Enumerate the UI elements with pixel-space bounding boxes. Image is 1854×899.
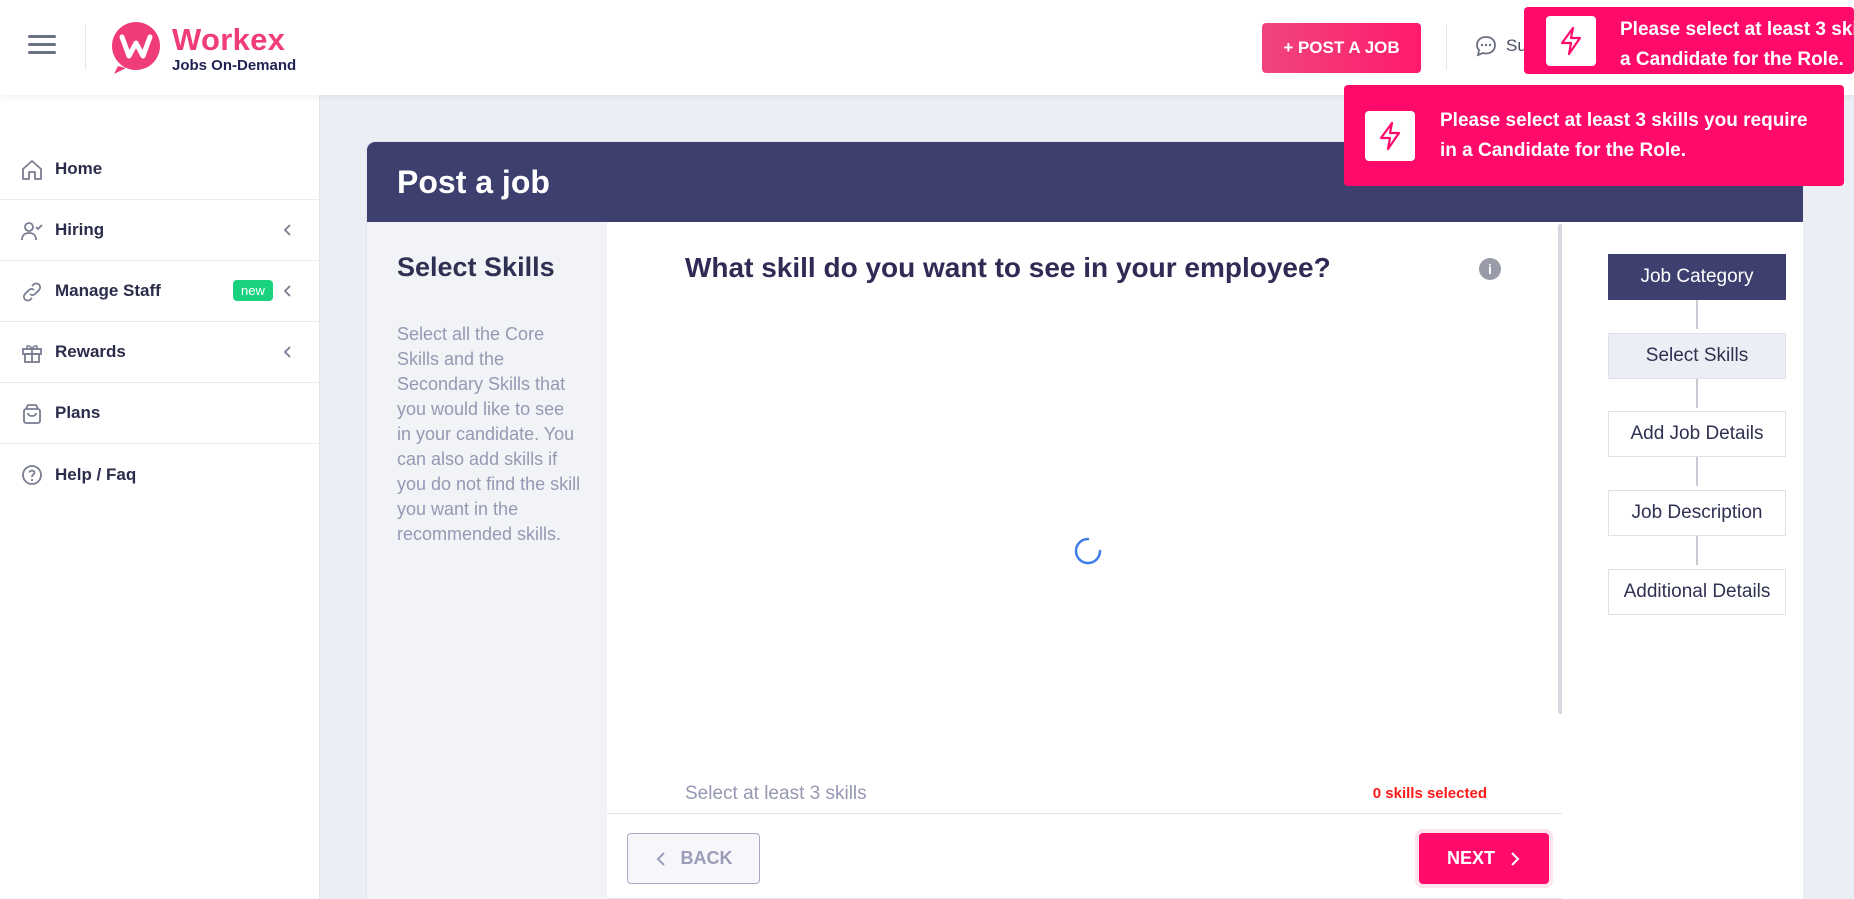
step-additional-details[interactable]: Additional Details bbox=[1608, 569, 1786, 615]
step-job-category[interactable]: Job Category bbox=[1608, 254, 1786, 300]
next-label: NEXT bbox=[1446, 848, 1495, 868]
step-connector bbox=[1696, 536, 1698, 565]
loading-spinner-icon bbox=[1074, 537, 1102, 565]
sidebar-item-label: Home bbox=[55, 159, 103, 178]
info-icon[interactable]: i bbox=[1479, 258, 1501, 280]
new-badge: new bbox=[233, 280, 273, 301]
help-icon bbox=[22, 465, 42, 485]
logo-wordmark: Workex bbox=[172, 22, 286, 57]
step-tracker: Job Category Select Skills Add Job Detai… bbox=[1562, 222, 1803, 899]
lightning-icon bbox=[1365, 111, 1415, 161]
sidebar-item-help[interactable]: Help / Faq bbox=[0, 444, 320, 505]
chevron-left-icon bbox=[283, 224, 291, 236]
sidebar-item-rewards[interactable]: Rewards bbox=[0, 322, 320, 383]
toast-message: Please select at least 3 skills you requ… bbox=[1620, 19, 1854, 70]
sidebar-item-plans[interactable]: Plans bbox=[0, 383, 320, 444]
sidebar-item-label: Rewards bbox=[55, 342, 126, 361]
link-icon bbox=[22, 282, 42, 302]
next-button[interactable]: NEXT bbox=[1419, 833, 1549, 884]
step-title: Select Skills bbox=[397, 252, 555, 282]
step-description: Select all the Core Skills and the Secon… bbox=[397, 324, 581, 544]
step-connector bbox=[1696, 300, 1698, 329]
step-add-job-details[interactable]: Add Job Details bbox=[1608, 411, 1786, 457]
skills-question: What skill do you want to see in your em… bbox=[685, 252, 1331, 283]
logo-tagline: Jobs On-Demand bbox=[172, 57, 297, 74]
sidebar-item-label: Help / Faq bbox=[55, 464, 137, 484]
header-divider bbox=[1446, 24, 1447, 70]
sidebar-item-manage-staff[interactable]: Manage Staff new bbox=[0, 261, 320, 322]
home-icon bbox=[22, 160, 42, 180]
step-select-skills[interactable]: Select Skills bbox=[1608, 333, 1786, 379]
step-info-pane: Select Skills Select all the Core Skills… bbox=[367, 222, 607, 899]
sidebar-item-home[interactable]: Home bbox=[0, 139, 320, 200]
bag-icon bbox=[23, 404, 41, 424]
chevron-left-icon bbox=[656, 851, 665, 866]
logo-mark-icon bbox=[112, 22, 160, 74]
step-connector bbox=[1696, 379, 1698, 408]
sidebar: Home Hiring Manage Staff new Rewards Pla… bbox=[0, 95, 320, 899]
menu-icon[interactable] bbox=[28, 35, 56, 57]
sidebar-item-hiring[interactable]: Hiring bbox=[0, 200, 320, 261]
lightning-icon bbox=[1546, 16, 1596, 66]
workex-logo[interactable]: Workex Jobs On-Demand bbox=[110, 22, 310, 74]
chevron-right-icon bbox=[1511, 851, 1520, 866]
step-connector bbox=[1696, 457, 1698, 486]
skills-count: 0 skills selected bbox=[1372, 785, 1487, 802]
chevron-left-icon bbox=[283, 285, 291, 297]
post-job-button[interactable]: + POST A JOB bbox=[1262, 23, 1421, 73]
back-label: BACK bbox=[680, 848, 733, 868]
skills-hint: Select at least 3 skills bbox=[685, 783, 867, 804]
gift-icon bbox=[22, 345, 42, 363]
chat-bubble-icon bbox=[1476, 36, 1496, 57]
step-job-description[interactable]: Job Description bbox=[1608, 490, 1786, 536]
support-link[interactable]: Su bbox=[1474, 34, 1527, 58]
user-check-icon bbox=[21, 222, 43, 241]
sidebar-item-label: Manage Staff bbox=[55, 281, 161, 300]
footer-divider bbox=[607, 813, 1562, 814]
toast-message: Please select at least 3 skills you requ… bbox=[1440, 110, 1808, 161]
toast-notification[interactable]: Please select at least 3 skills you requ… bbox=[1524, 7, 1854, 74]
sidebar-item-label: Hiring bbox=[55, 220, 105, 239]
skills-panel: What skill do you want to see in your em… bbox=[607, 222, 1562, 899]
page-title: Post a job bbox=[397, 164, 550, 200]
chevron-left-icon bbox=[283, 346, 291, 358]
back-button[interactable]: BACK bbox=[627, 833, 760, 884]
post-job-card: Post a job Select Skills Select all the … bbox=[366, 141, 1803, 899]
toast-notification[interactable]: Please select at least 3 skills you requ… bbox=[1344, 85, 1844, 186]
sidebar-item-label: Plans bbox=[55, 403, 101, 422]
header-divider bbox=[85, 24, 86, 70]
